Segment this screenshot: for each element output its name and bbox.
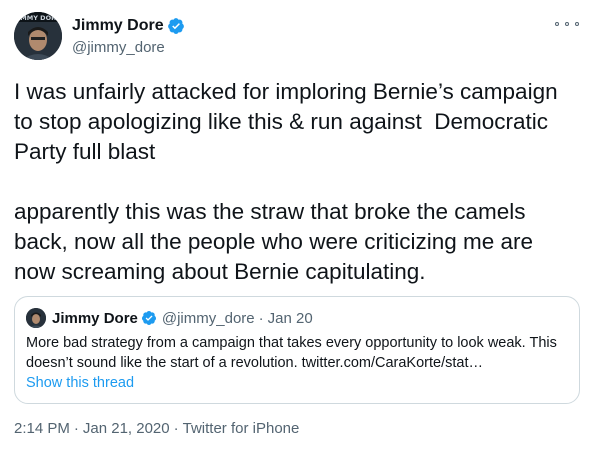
avatar-image: JIMMY DORE xyxy=(14,12,62,60)
tweet-meta: 2:14 PM · Jan 21, 2020 · Twitter for iPh… xyxy=(14,420,299,437)
tweet-source[interactable]: Twitter for iPhone xyxy=(183,420,300,437)
separator-dot: · xyxy=(73,420,79,437)
quoted-text: More bad strategy from a campaign that t… xyxy=(26,335,557,371)
verified-badge-icon xyxy=(167,18,184,34)
tweet-paragraph: apparently this was the straw that broke… xyxy=(14,199,540,284)
quoted-tweet-header: Jimmy Dore @jimmy_dore · Jan 20 xyxy=(26,307,313,329)
tweet-time[interactable]: 2:14 PM xyxy=(14,420,70,437)
author-info: Jimmy Dore @jimmy_dore xyxy=(72,15,185,56)
more-options-icon[interactable] xyxy=(555,16,579,32)
tweet-date[interactable]: Jan 21, 2020 xyxy=(83,420,170,437)
verified-badge-icon xyxy=(141,311,156,325)
avatar[interactable]: JIMMY DORE xyxy=(14,12,62,60)
show-thread-link[interactable]: Show this thread xyxy=(26,375,134,391)
quoted-tweet[interactable]: Jimmy Dore @jimmy_dore · Jan 20 More bad… xyxy=(14,296,580,404)
quoted-display-name: Jimmy Dore xyxy=(52,309,138,327)
tweet: JIMMY DORE Jimmy Dore @jimmy_dore I was … xyxy=(0,0,593,453)
tweet-paragraph: I was unfairly attacked for imploring Be… xyxy=(14,79,564,164)
author-display-name[interactable]: Jimmy Dore xyxy=(72,17,164,35)
quoted-date: Jan 20 xyxy=(267,309,313,327)
separator-dot: · xyxy=(173,420,179,437)
separator-dot: · xyxy=(258,309,264,327)
quoted-avatar xyxy=(26,308,46,328)
tweet-text: I was unfairly attacked for imploring Be… xyxy=(14,77,579,287)
quoted-handle: @jimmy_dore xyxy=(161,309,255,327)
author-handle[interactable]: @jimmy_dore xyxy=(72,39,185,56)
avatar-banner-text: JIMMY DORE xyxy=(14,14,60,22)
tweet-header: JIMMY DORE Jimmy Dore @jimmy_dore xyxy=(14,12,579,62)
